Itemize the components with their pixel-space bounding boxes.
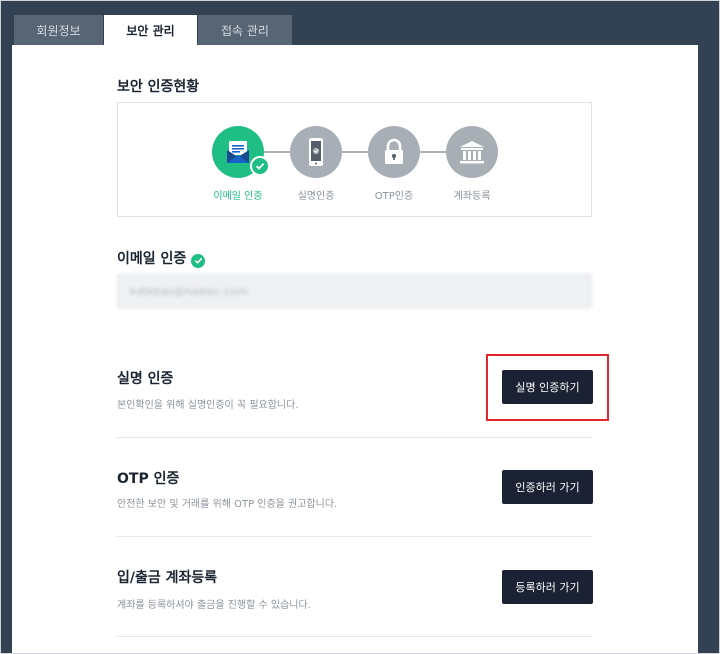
divider <box>117 536 592 537</box>
check-badge-icon <box>250 156 270 176</box>
step-label-bank: 계좌등록 <box>453 191 491 202</box>
bank-icon <box>460 141 484 164</box>
status-title: 보안 인증현황 <box>117 79 200 95</box>
otp-verify-button[interactable]: 인증하러 가기 <box>502 470 593 504</box>
frame-border-left <box>1 45 12 653</box>
email-title-text: 이메일 인증 <box>117 251 187 267</box>
email-field: kdtkbas@naelec.com <box>117 274 592 308</box>
tab-access[interactable]: 접속 관리 <box>198 15 292 46</box>
otp-title: OTP 인증 <box>117 471 180 487</box>
step-label-otp: OTP인증 <box>374 191 414 202</box>
divider <box>117 636 592 637</box>
realname-title: 실명 인증 <box>117 371 174 387</box>
otp-desc: 안전한 보안 및 거래를 위해 OTP 인증을 권고합니다. <box>117 499 338 510</box>
phone-icon <box>309 138 323 166</box>
email-title: 이메일 인증 <box>117 248 206 268</box>
divider <box>117 437 592 438</box>
step-label-email: 이메일 인증 <box>213 191 263 202</box>
step-otp <box>368 126 420 178</box>
realname-desc: 본인확인을 위해 실명인증이 꼭 필요합니다. <box>117 400 299 411</box>
check-icon <box>191 253 206 268</box>
account-title: 입/출금 계좌등록 <box>117 570 218 586</box>
tab-security[interactable]: 보안 관리 <box>104 15 197 46</box>
tab-member-info[interactable]: 회원정보 <box>14 15 103 46</box>
account-desc: 계좌를 등록하셔야 출금을 진행할 수 있습니다. <box>117 600 311 611</box>
lock-icon <box>385 138 403 164</box>
step-bank <box>446 126 498 178</box>
step-label-realname: 실명인증 <box>297 191 335 202</box>
highlight-box <box>486 354 609 421</box>
frame-border-right <box>698 45 719 653</box>
step-realname <box>290 126 342 178</box>
mail-icon <box>227 141 249 163</box>
account-register-button[interactable]: 등록하러 가기 <box>502 570 593 604</box>
